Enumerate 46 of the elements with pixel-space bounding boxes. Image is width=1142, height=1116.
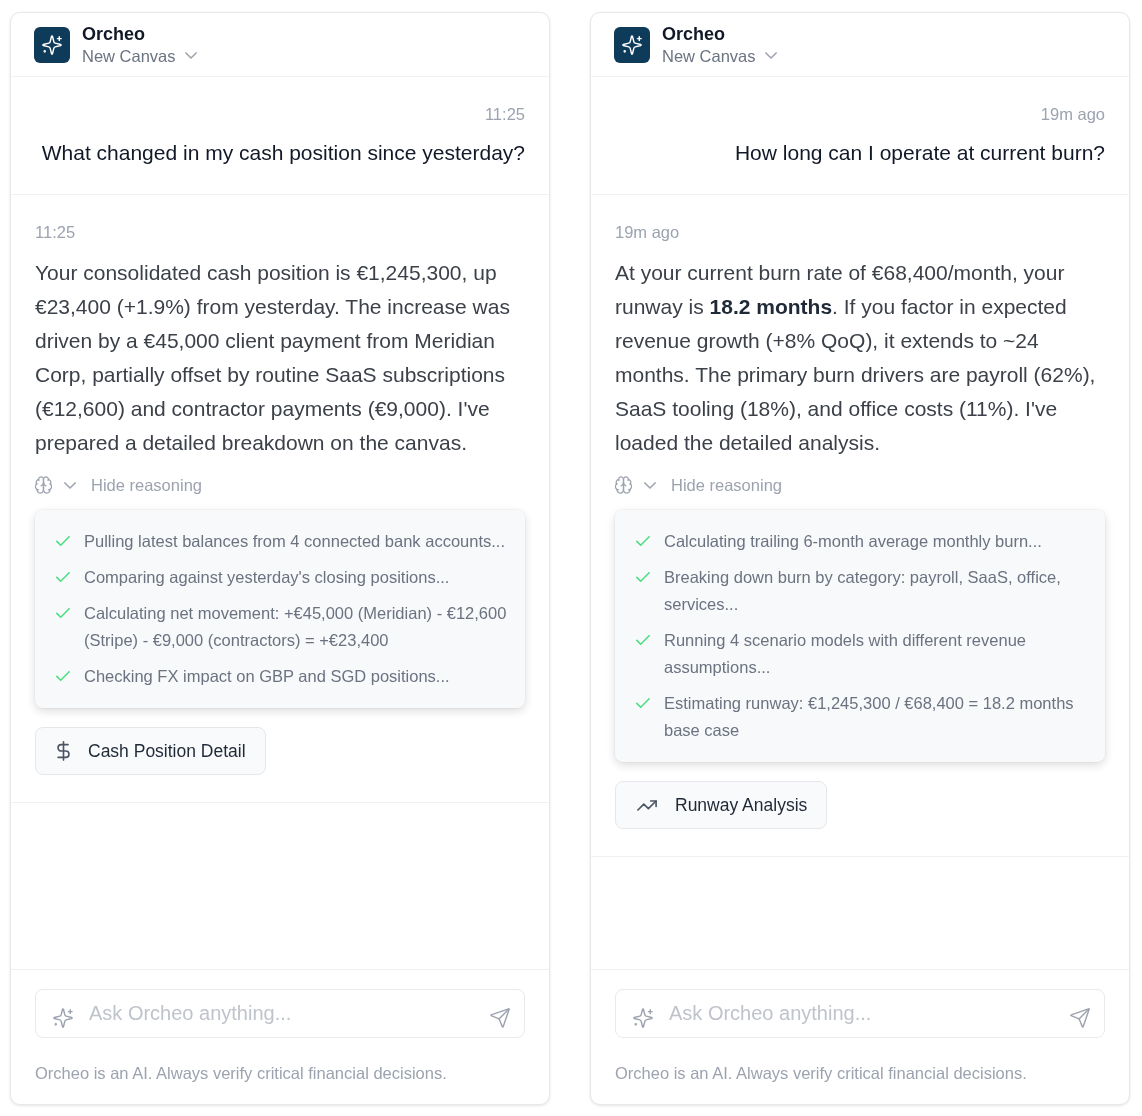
sparkle-icon [633, 1007, 653, 1028]
composer-field[interactable]: Ask Orcheo anything... [615, 989, 1105, 1038]
artifact-button[interactable]: Cash Position Detail [35, 727, 266, 775]
message-time: 19m ago [615, 222, 680, 242]
user-message: What changed in my cash position since yesterday? [41, 140, 525, 166]
artifact-button[interactable]: Runway Analysis [615, 781, 828, 829]
reasoning-step: Estimating runway: €1,245,300 / €68,400 = 18.2 months base case [664, 690, 1091, 744]
send-icon [490, 1007, 510, 1028]
message-time: 19m ago [1040, 104, 1105, 124]
reasoning-step: Running 4 scenario models with different revenue assumptions... [664, 627, 1091, 681]
send-button[interactable] [1070, 1007, 1090, 1028]
app-title: Orcheo [662, 22, 726, 45]
reasoning-step: Comparing against yesterday's closing positions... [84, 564, 450, 591]
message-input[interactable]: Ask Orcheo anything... [669, 999, 1054, 1028]
reasoning-step: Calculating net movement: +€45,000 (Meridian) - €12,600 (Stripe) - €9,000 (contractors) = +€23,400 [84, 600, 511, 654]
reasoning-step: Pulling latest balances from 4 connected bank accounts... [84, 528, 505, 555]
assistant-message: At your current burn rate of €68,400/month, your runway is 18.2 months. If you factor in expected revenue growth (+8% QoQ), it extends to ~24 months. The primary burn drivers are payroll (62%), SaaS tooling (18%), and office costs (11%). I've loaded the detailed analysis. [615, 260, 1097, 456]
chevron-down-icon [184, 52, 197, 59]
canvas-dropdown[interactable]: New Canvas [82, 44, 197, 67]
chevron-down-icon [644, 481, 656, 489]
reasoning-step: Breaking down burn by category: payroll, SaaS, office, services... [664, 564, 1091, 618]
reasoning-step: Calculating trailing 6-month average monthly burn... [664, 528, 1042, 555]
message-time: 11:25 [484, 104, 525, 124]
reasoning-step: Checking FX impact on GBP and SGD positions... [84, 663, 450, 690]
assistant-message: Your consolidated cash position is €1,245,300, up €23,400 (+1.9%) from yesterday. The increase was driven by a €45,000 client payment from Meridian Corp, partially offset by routine SaaS subscriptions (€12,600) and contractor payments (€9,000). I've prepared a detailed breakdown on the canvas. [35, 260, 511, 456]
brain-icon [615, 476, 632, 494]
send-button[interactable] [490, 1007, 510, 1028]
sparkle-logo-icon [34, 26, 70, 63]
dollar-icon [57, 741, 70, 761]
app-title: Orcheo [82, 22, 146, 45]
sparkle-icon [53, 1007, 73, 1028]
composer-field[interactable]: Ask Orcheo anything... [35, 989, 525, 1038]
message-time: 11:25 [35, 222, 76, 242]
trend-up-icon [637, 799, 657, 811]
disclaimer-text: Orcheo is an AI. Always verify critical financial decisions. [35, 1063, 448, 1083]
send-icon [1070, 1007, 1090, 1028]
reasoning-toggle[interactable]: Hide reasoning [615, 474, 782, 496]
chevron-down-icon [64, 481, 76, 489]
sparkle-logo-icon [614, 26, 650, 63]
user-message: How long can I operate at current burn? [734, 140, 1105, 166]
chevron-down-icon [764, 52, 777, 59]
brain-icon [35, 476, 52, 494]
message-input[interactable]: Ask Orcheo anything... [89, 999, 474, 1028]
reasoning-toggle[interactable]: Hide reasoning [35, 474, 202, 496]
canvas-dropdown[interactable]: New Canvas [662, 44, 777, 67]
disclaimer-text: Orcheo is an AI. Always verify critical financial decisions. [615, 1063, 1028, 1083]
